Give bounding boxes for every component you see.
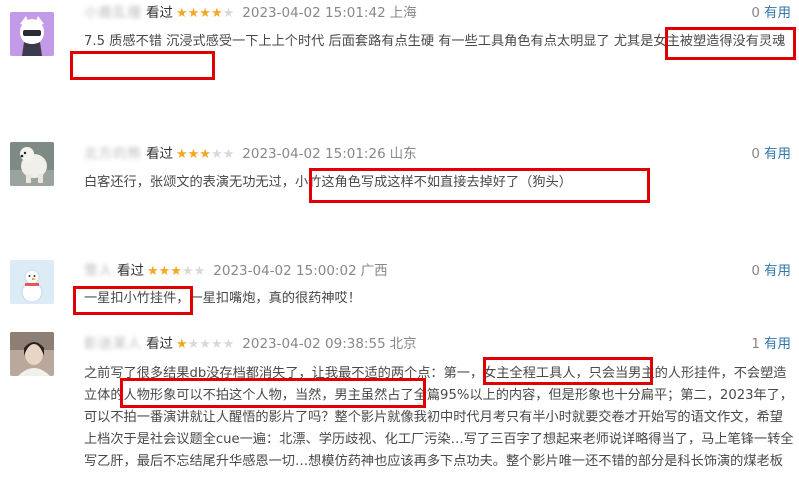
avatar-image — [10, 12, 54, 56]
username-link[interactable]: 小鹿乱撞 — [84, 2, 142, 24]
useful-vote: 0 有用 — [751, 143, 791, 165]
avatar[interactable] — [10, 332, 54, 376]
avatar-image — [10, 332, 54, 376]
useful-vote: 0 有用 — [751, 260, 791, 282]
watched-label: 看过 — [146, 146, 173, 162]
review-meta: 北方的熊 看过 ★★★★★ 2023-04-02 15:01:26 山东 — [84, 143, 417, 165]
highlight-box — [70, 51, 215, 80]
useful-vote: 1 有用 — [751, 333, 791, 355]
useful-vote: 0 有用 — [751, 2, 791, 24]
highlight-box — [120, 378, 426, 408]
useful-button[interactable]: 有用 — [764, 263, 791, 279]
useful-button[interactable]: 有用 — [764, 146, 791, 162]
vote-count: 0 — [751, 5, 760, 21]
username-link[interactable]: 雪人 — [84, 260, 113, 282]
vote-count: 0 — [751, 146, 760, 162]
review-meta: 小鹿乱撞 看过 ★★★★★ 2023-04-02 15:01:42 上海 — [84, 2, 417, 24]
avatar[interactable] — [10, 142, 54, 186]
watched-label: 看过 — [146, 5, 173, 21]
highlight-box — [665, 27, 796, 60]
review-meta: 雪人 看过 ★★★★★ 2023-04-02 15:00:02 广西 — [84, 260, 388, 282]
vote-count: 0 — [751, 263, 760, 279]
username-link[interactable]: 北方的熊 — [84, 143, 142, 165]
review-item: 影迷某人 看过 ★★★★★ 2023-04-02 09:38:55 北京 1 有用 之前写… — [0, 330, 799, 503]
review-time: 2023-04-02 15:00:02 — [213, 263, 357, 279]
review-location: 北京 — [389, 336, 417, 352]
useful-button[interactable]: 有用 — [764, 5, 791, 21]
review-meta: 影迷某人 看过 ★★★★★ 2023-04-02 09:38:55 北京 — [84, 333, 417, 355]
review-location: 山东 — [389, 146, 417, 162]
rating-stars: ★★★★★ — [176, 147, 235, 162]
watched-label: 看过 — [117, 263, 144, 279]
avatar-image — [10, 142, 54, 186]
highlight-box — [73, 286, 193, 315]
rating-stars: ★★★★★ — [176, 6, 235, 21]
review-location: 广西 — [360, 263, 388, 279]
review-time: 2023-04-02 09:38:55 — [242, 336, 386, 352]
useful-button[interactable]: 有用 — [764, 336, 791, 352]
avatar-image — [10, 260, 54, 304]
highlight-box — [483, 357, 653, 385]
username-link[interactable]: 影迷某人 — [84, 333, 142, 355]
rating-stars: ★★★★★ — [147, 264, 206, 279]
review-time: 2023-04-02 15:01:42 — [242, 5, 386, 21]
rating-stars: ★★★★★ — [176, 337, 235, 352]
highlight-box — [309, 168, 650, 203]
vote-count: 1 — [751, 336, 760, 352]
review-time: 2023-04-02 15:01:26 — [242, 146, 386, 162]
avatar[interactable] — [10, 12, 54, 56]
review-location: 上海 — [389, 5, 417, 21]
avatar[interactable] — [10, 260, 54, 304]
watched-label: 看过 — [146, 336, 173, 352]
